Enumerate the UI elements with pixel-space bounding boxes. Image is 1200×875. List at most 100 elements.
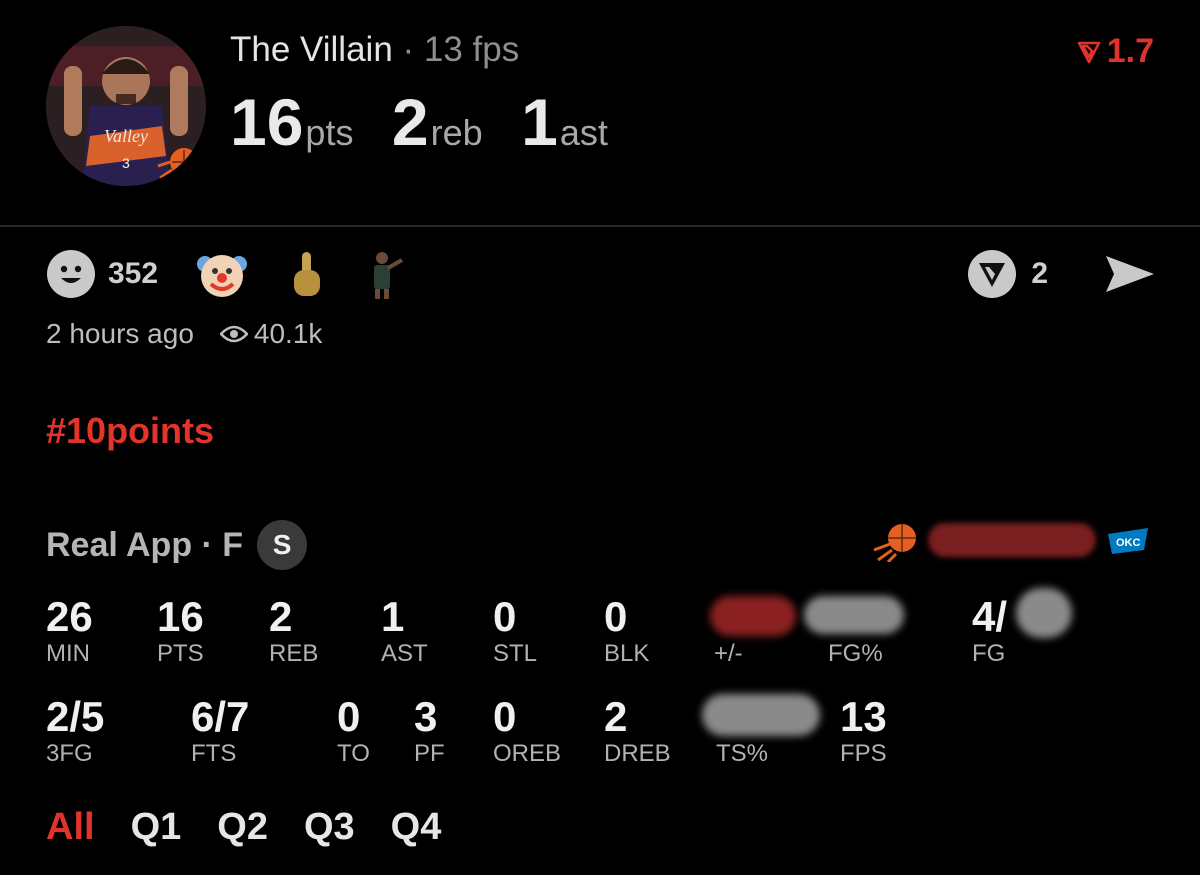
stat-label: TS%: [716, 740, 769, 767]
stat-plus-minus: +/-: [714, 594, 743, 668]
stat-label: STL: [493, 640, 538, 667]
okc-logo-icon: OKC: [1108, 528, 1148, 554]
player-sticker-icon[interactable]: [364, 248, 404, 300]
post-actions: 2: [967, 248, 1156, 300]
stat-label: PTS: [157, 640, 204, 667]
stat-value: 0: [337, 693, 361, 740]
hashtag-link[interactable]: #10points: [46, 410, 214, 452]
header-divider: [0, 225, 1200, 227]
stat-fg: 4/ FG: [972, 594, 1007, 668]
stat-value: 1: [381, 593, 405, 640]
stat-label: PF: [414, 740, 445, 767]
stat-value: 16: [157, 593, 204, 640]
stat-value: 4/: [972, 593, 1008, 640]
stat-value: 2: [604, 693, 628, 740]
hidden-score: [928, 523, 1096, 557]
redacted-fg: [1016, 588, 1072, 638]
vote-icon[interactable]: [967, 249, 1017, 299]
stat-pf: 3 PF: [414, 694, 445, 768]
stat-3fg: 2/5 3FG: [46, 694, 104, 768]
avatar-jersey-number: 3: [122, 155, 130, 171]
tab-q2[interactable]: Q2: [217, 806, 268, 849]
headline-ast-unit: ast: [559, 112, 608, 153]
stat-label: 3FG: [46, 740, 93, 767]
stat-value: [828, 594, 883, 640]
stat-blk: 0 BLK: [604, 594, 649, 668]
time-ago: 2 hours ago: [46, 318, 194, 349]
svg-text:OKC: OKC: [1116, 537, 1141, 549]
stat-reb: 2 REB: [269, 594, 318, 668]
headline-ast-value: 1: [521, 85, 558, 159]
period-tabs: All Q1 Q2 Q3 Q4: [46, 806, 441, 849]
reaction-bar: 352: [46, 248, 404, 300]
headline-stats: 16pts 2reb 1ast: [230, 84, 642, 160]
stat-value: 13: [840, 693, 887, 740]
player-name[interactable]: The Villain: [230, 30, 393, 69]
stat-value: 26: [46, 593, 93, 640]
smiley-icon: [47, 250, 95, 298]
vote-count: 2: [1031, 257, 1048, 290]
suns-logo-icon: [873, 524, 916, 562]
stat-label: +/-: [714, 640, 743, 667]
stat-fts: 6/7 FTS: [191, 694, 249, 768]
avatar-jersey-text: Valley: [104, 126, 148, 146]
tab-q1[interactable]: Q1: [131, 806, 182, 849]
tab-all[interactable]: All: [46, 806, 95, 849]
source-badge[interactable]: S: [257, 520, 308, 570]
stat-min: 26 MIN: [46, 594, 93, 668]
stat-label: FG%: [828, 640, 883, 667]
avatar-image: Valley 3: [46, 26, 206, 186]
post-meta: 2 hours ago 40.1k: [46, 318, 322, 350]
title-separator: ·: [402, 30, 415, 69]
stat-fps: 13 FPS: [840, 694, 887, 768]
stat-label: TO: [337, 740, 370, 767]
stat-label: BLK: [604, 640, 650, 667]
post-title: The Villain · 13 fps: [230, 30, 519, 70]
stat-to: 0 TO: [337, 694, 370, 768]
headline-reb-value: 2: [391, 85, 429, 159]
headline-reb-unit: reb: [430, 112, 483, 153]
stat-value: 2: [269, 593, 293, 640]
stat-ts-pct: TS%: [716, 694, 768, 768]
view-count-value: 40.1k: [253, 318, 323, 349]
stat-label: DREB: [604, 740, 671, 767]
stat-label: FG: [972, 640, 1006, 667]
rating-badge[interactable]: 1.7: [1077, 32, 1154, 71]
stat-label: FTS: [191, 740, 237, 767]
view-count: 40.1k: [219, 318, 323, 350]
stat-fg-pct: FG%: [828, 594, 883, 668]
stat-label: OREB: [493, 740, 562, 767]
tab-q3[interactable]: Q3: [304, 806, 355, 849]
matchup-teams[interactable]: OKC: [872, 515, 1152, 565]
stat-value: 2/5: [46, 693, 105, 740]
stat-value: 0: [493, 593, 517, 640]
stat-value: 6/7: [191, 693, 250, 740]
stat-label: AST: [381, 640, 428, 667]
stat-value: 0: [493, 693, 517, 740]
stat-value: [714, 594, 743, 640]
player-avatar[interactable]: Valley 3: [46, 26, 206, 186]
stat-label: FPS: [840, 740, 887, 767]
stat-oreb: 0 OREB: [493, 694, 561, 768]
add-reaction-button[interactable]: 352: [46, 249, 158, 299]
headline-pts-value: 16: [230, 85, 304, 159]
stat-stl: 0 STL: [493, 594, 537, 668]
real-logo-icon: [1077, 41, 1100, 63]
stat-value: 0: [604, 593, 628, 640]
post-card: Valley 3 The Villain · 13 fps 16pts 2reb…: [0, 0, 1200, 875]
eye-icon: [219, 325, 248, 343]
stat-ast: 1 AST: [381, 594, 428, 668]
tab-q4[interactable]: Q4: [391, 806, 442, 849]
fps-label: 13 fps: [423, 30, 520, 69]
stat-value: [716, 694, 768, 740]
stat-label: REB: [269, 640, 319, 667]
stat-pts: 16 PTS: [157, 594, 204, 668]
headline-pts-unit: pts: [305, 112, 354, 153]
source-label: Real App · F: [46, 525, 244, 564]
rating-value: 1.7: [1106, 32, 1154, 70]
share-send-icon[interactable]: [1104, 254, 1156, 294]
middle-finger-emoji-icon[interactable]: [286, 248, 326, 300]
stat-value: 3: [414, 693, 438, 740]
clown-emoji-icon[interactable]: [196, 248, 248, 300]
stat-dreb: 2 DREB: [604, 694, 671, 768]
